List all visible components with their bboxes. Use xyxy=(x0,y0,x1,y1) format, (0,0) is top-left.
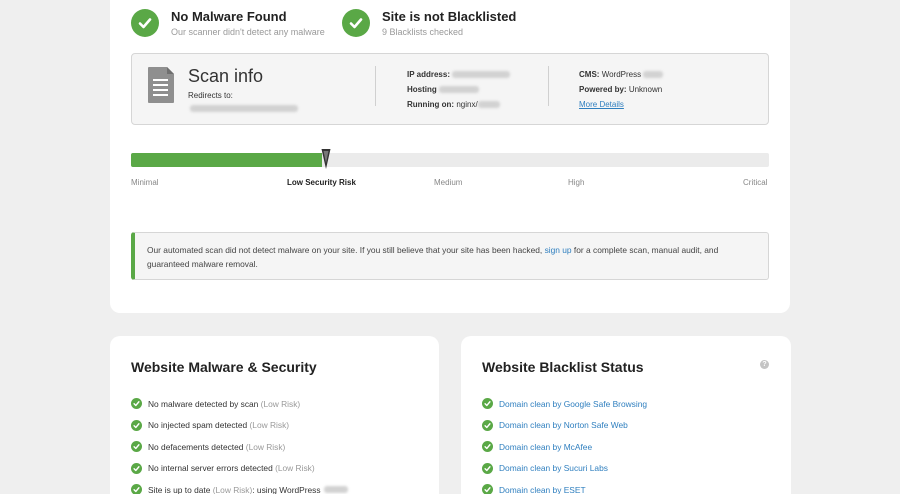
blacklist-status-card: Website Blacklist Status ? Domain clean … xyxy=(461,336,791,494)
malware-security-list: No malware detected by scan (Low Risk) N… xyxy=(131,393,348,494)
check-icon xyxy=(131,462,142,474)
notice-text-before: Our automated scan did not detect malwar… xyxy=(147,245,543,255)
check-icon xyxy=(482,419,493,431)
scan-notice: Our automated scan did not detect malwar… xyxy=(131,232,769,280)
blacklist-link[interactable]: Domain clean by Norton Safe Web xyxy=(499,420,628,430)
check-icon xyxy=(482,462,493,474)
list-item: No injected spam detected (Low Risk) xyxy=(131,415,348,437)
cms-value: WordPress xyxy=(601,70,642,79)
risk-label-medium: Medium xyxy=(434,178,463,187)
risk-label-low: Low Security Risk xyxy=(287,178,356,187)
sign-up-link[interactable]: sign up xyxy=(545,245,572,255)
version-redacted xyxy=(477,101,500,109)
redirect-url-redacted xyxy=(190,105,298,112)
powered-by-label: Powered by: xyxy=(579,85,627,94)
divider xyxy=(375,66,376,106)
server-info: IP address: Hosting Running on: nginx/ xyxy=(407,67,511,112)
blacklist-link[interactable]: Domain clean by ESET xyxy=(499,485,586,494)
list-item: Domain clean by ESET xyxy=(482,479,647,494)
check-circle-icon xyxy=(131,9,159,37)
scan-info-panel: Scan info Redirects to: IP address: Host… xyxy=(131,53,769,125)
risk-meter xyxy=(131,153,769,167)
ip-value-redacted xyxy=(452,71,511,79)
blacklist-status-title: Website Blacklist Status xyxy=(482,359,644,375)
check-icon xyxy=(131,441,142,453)
blacklist-list: Domain clean by Google Safe Browsing Dom… xyxy=(482,393,647,494)
malware-status-subtitle: Our scanner didn't detect any malware xyxy=(171,26,325,37)
list-item: No internal server errors detected (Low … xyxy=(131,458,348,480)
hosting-value-redacted xyxy=(439,86,480,94)
blacklist-link[interactable]: Domain clean by Sucuri Labs xyxy=(499,463,608,473)
help-icon[interactable]: ? xyxy=(760,360,769,369)
divider xyxy=(548,66,549,106)
ip-label: IP address: xyxy=(407,70,450,79)
malware-status-title: No Malware Found xyxy=(171,8,287,24)
scan-info-title: Scan info xyxy=(188,66,264,86)
risk-meter-fill xyxy=(131,153,322,167)
list-item: No defacements detected (Low Risk) xyxy=(131,436,348,458)
risk-label-high: High xyxy=(568,178,585,187)
wp-version-redacted xyxy=(323,486,348,494)
list-item: Domain clean by Google Safe Browsing xyxy=(482,393,647,415)
check-icon xyxy=(482,398,493,410)
list-item: No malware detected by scan (Low Risk) xyxy=(131,393,348,415)
running-on-value: nginx/ xyxy=(456,100,478,109)
check-icon xyxy=(131,484,142,494)
document-icon xyxy=(148,67,174,103)
check-icon xyxy=(482,441,493,453)
blacklist-link[interactable]: Domain clean by McAfee xyxy=(499,442,592,452)
check-circle-icon xyxy=(342,9,370,37)
redirects-label: Redirects to: xyxy=(188,91,233,100)
check-icon xyxy=(482,484,493,494)
powered-by-value: Unknown xyxy=(628,85,663,94)
cms-version-redacted xyxy=(643,71,664,79)
risk-label-minimal: Minimal xyxy=(131,178,159,187)
blacklist-status-subtitle: 9 Blacklists checked xyxy=(382,26,464,37)
list-item: Domain clean by McAfee xyxy=(482,436,647,458)
cms-info: CMS: WordPress Powered by: Unknown More … xyxy=(579,67,664,112)
cms-label: CMS: xyxy=(579,70,600,79)
risk-label-critical: Critical xyxy=(743,178,768,187)
risk-pointer-icon xyxy=(321,149,331,169)
list-item: Domain clean by Sucuri Labs xyxy=(482,458,647,480)
list-item: Site is up to date (Low Risk): using Wor… xyxy=(131,479,348,494)
blacklist-link[interactable]: Domain clean by Google Safe Browsing xyxy=(499,399,647,409)
list-item: Domain clean by Norton Safe Web xyxy=(482,415,647,437)
malware-security-card: Website Malware & Security No malware de… xyxy=(110,336,439,494)
running-on-label: Running on: xyxy=(407,100,455,109)
malware-status: No Malware Found Our scanner didn't dete… xyxy=(131,6,325,40)
blacklist-status-title: Site is not Blacklisted xyxy=(382,8,517,24)
check-icon xyxy=(131,398,142,410)
blacklist-status: Site is not Blacklisted 9 Blacklists che… xyxy=(342,6,516,40)
malware-security-title: Website Malware & Security xyxy=(131,359,317,375)
hosting-label: Hosting xyxy=(407,85,437,94)
check-icon xyxy=(131,419,142,431)
more-details-link[interactable]: More Details xyxy=(579,100,624,109)
